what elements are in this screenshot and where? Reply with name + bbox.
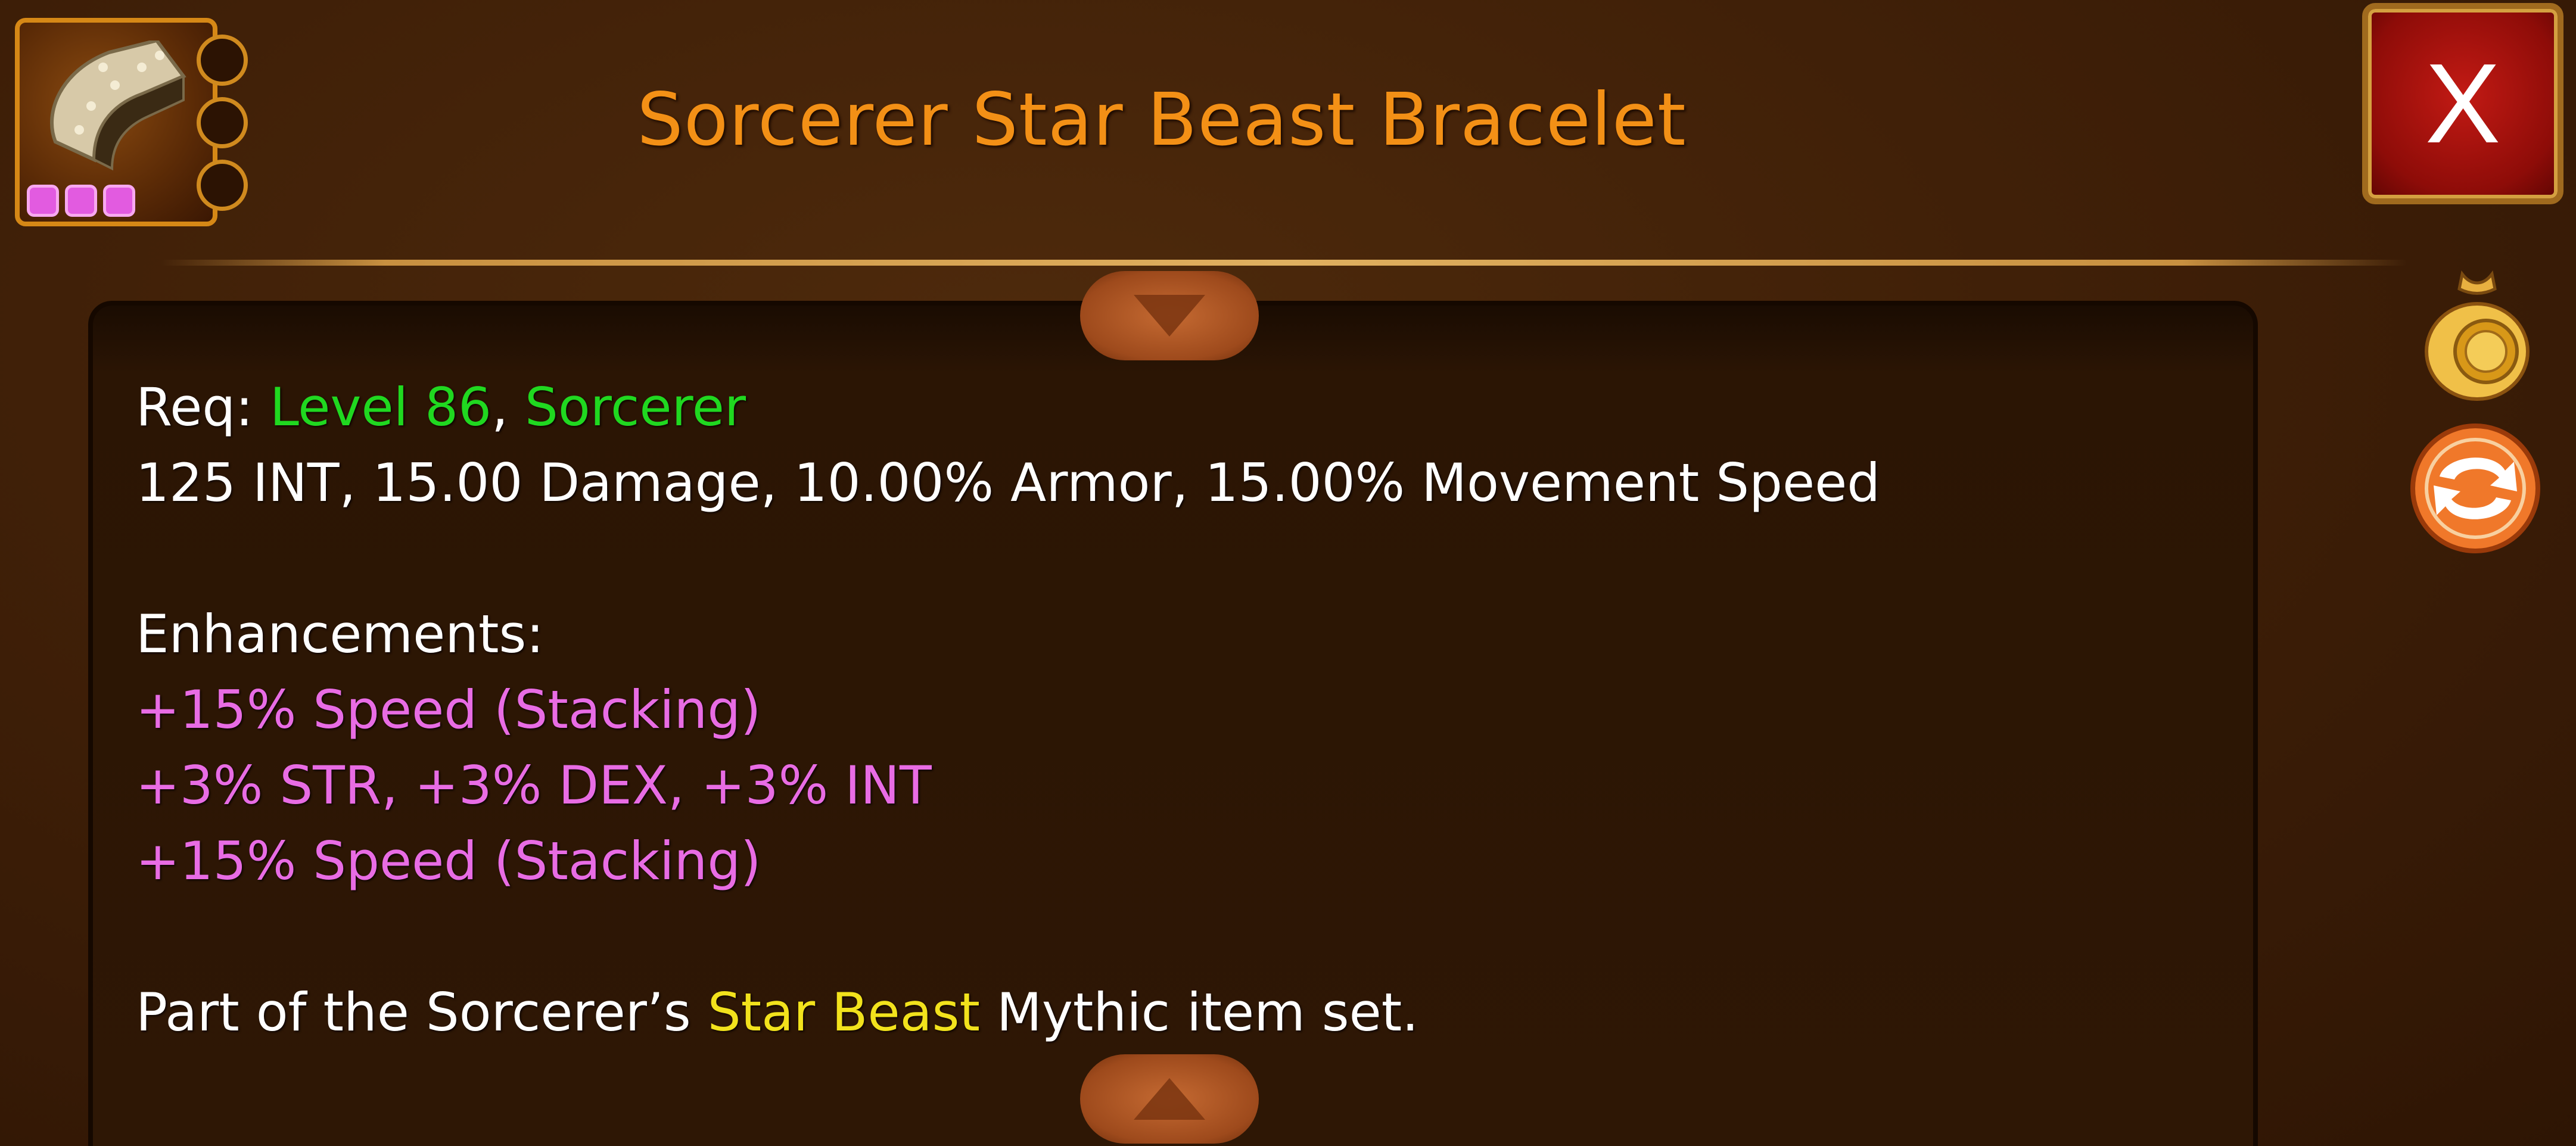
requirement-label: Req:: [136, 376, 270, 438]
close-label: X: [2425, 41, 2501, 167]
enhancements-label: Enhancements:: [136, 603, 545, 665]
item-stats-text: Req: Level 86, Sorcerer 125 INT, 15.00 D…: [136, 369, 1880, 1050]
divider: [161, 260, 2407, 266]
enhancement-line: +15% Speed (Stacking): [136, 830, 761, 892]
item-tooltip-window: Sorcerer Star Beast Bracelet X Req: Leve…: [0, 0, 2576, 1146]
set-suffix: Mythic item set.: [979, 982, 1419, 1043]
requirement-separator: ,: [491, 376, 525, 438]
coin-bag-icon[interactable]: [2406, 262, 2549, 405]
set-name: Star Beast: [707, 982, 980, 1043]
chevron-up-icon: [1134, 1078, 1205, 1120]
requirement-line: Req: Level 86, Sorcerer: [136, 369, 1880, 445]
chevron-down-icon: [1134, 295, 1205, 337]
socket-slot: [197, 160, 248, 211]
gem-slot: [65, 185, 97, 217]
gem-slot: [27, 185, 59, 217]
scroll-down-tab[interactable]: [1080, 1054, 1259, 1144]
close-button[interactable]: X: [2362, 3, 2563, 204]
swap-arrows-icon[interactable]: [2404, 417, 2547, 560]
requirement-level: Level 86: [269, 376, 492, 438]
main-stats-line: 125 INT, 15.00 Damage, 10.00% Armor, 15.…: [136, 452, 1881, 513]
set-prefix: Part of the Sorcerer’s: [136, 982, 708, 1043]
enhancement-line: +15% Speed (Stacking): [136, 679, 761, 740]
set-description-line: Part of the Sorcerer’s Star Beast Mythic…: [136, 974, 1880, 1050]
scroll-up-tab[interactable]: [1080, 271, 1259, 360]
item-title: Sorcerer Star Beast Bracelet: [637, 77, 1687, 162]
enhancement-line: +3% STR, +3% DEX, +3% INT: [136, 755, 932, 816]
requirement-class: Sorcerer: [525, 376, 746, 438]
gem-slot: [103, 185, 135, 217]
